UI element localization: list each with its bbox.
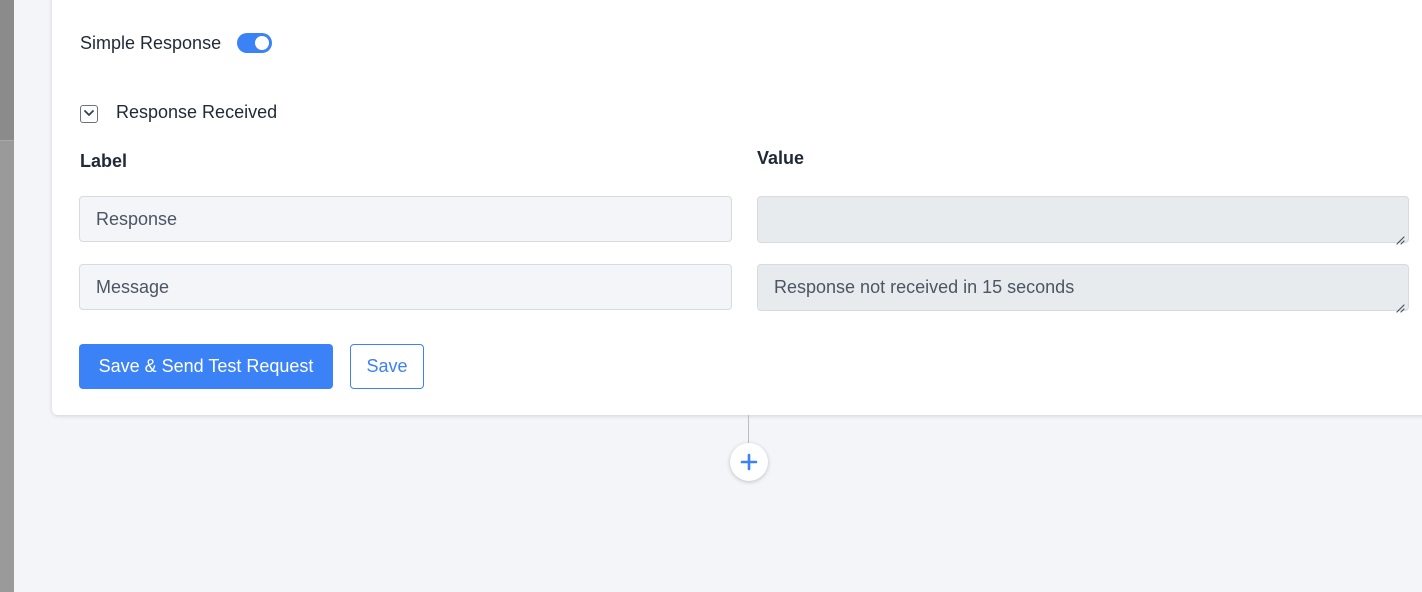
message-value-text: Response not received in 15 seconds — [774, 277, 1075, 297]
response-label-field[interactable]: Response — [79, 196, 732, 242]
message-value-textarea[interactable]: Response not received in 15 seconds — [757, 264, 1409, 313]
sidebar-edge-middle — [0, 140, 14, 245]
simple-response-label: Simple Response — [80, 32, 222, 53]
resize-grip-icon[interactable] — [1395, 297, 1405, 313]
add-step-button[interactable] — [730, 443, 768, 481]
response-received-header: Response Received — [80, 99, 277, 125]
response-received-title: Response Received — [116, 101, 278, 122]
sidebar-edge-lower — [0, 244, 14, 592]
label-column-header: Label — [80, 151, 128, 171]
message-label-field[interactable]: Message — [79, 264, 732, 310]
save-button[interactable]: Save — [350, 344, 424, 389]
chevron-down-icon — [84, 110, 94, 117]
plus-icon — [740, 453, 758, 471]
resize-grip-icon[interactable] — [1395, 229, 1405, 245]
value-column-header: Value — [757, 148, 805, 168]
simple-response-row: Simple Response — [80, 30, 273, 56]
simple-response-toggle[interactable] — [237, 33, 273, 53]
save-and-send-test-button[interactable]: Save & Send Test Request — [79, 344, 333, 389]
response-value-textarea[interactable] — [757, 196, 1409, 245]
collapse-toggle-button[interactable] — [80, 104, 98, 123]
flow-connector-line — [748, 415, 749, 443]
left-sidebar-edge — [0, 0, 14, 592]
sidebar-edge-upper — [0, 0, 14, 140]
toggle-knob — [255, 36, 270, 50]
